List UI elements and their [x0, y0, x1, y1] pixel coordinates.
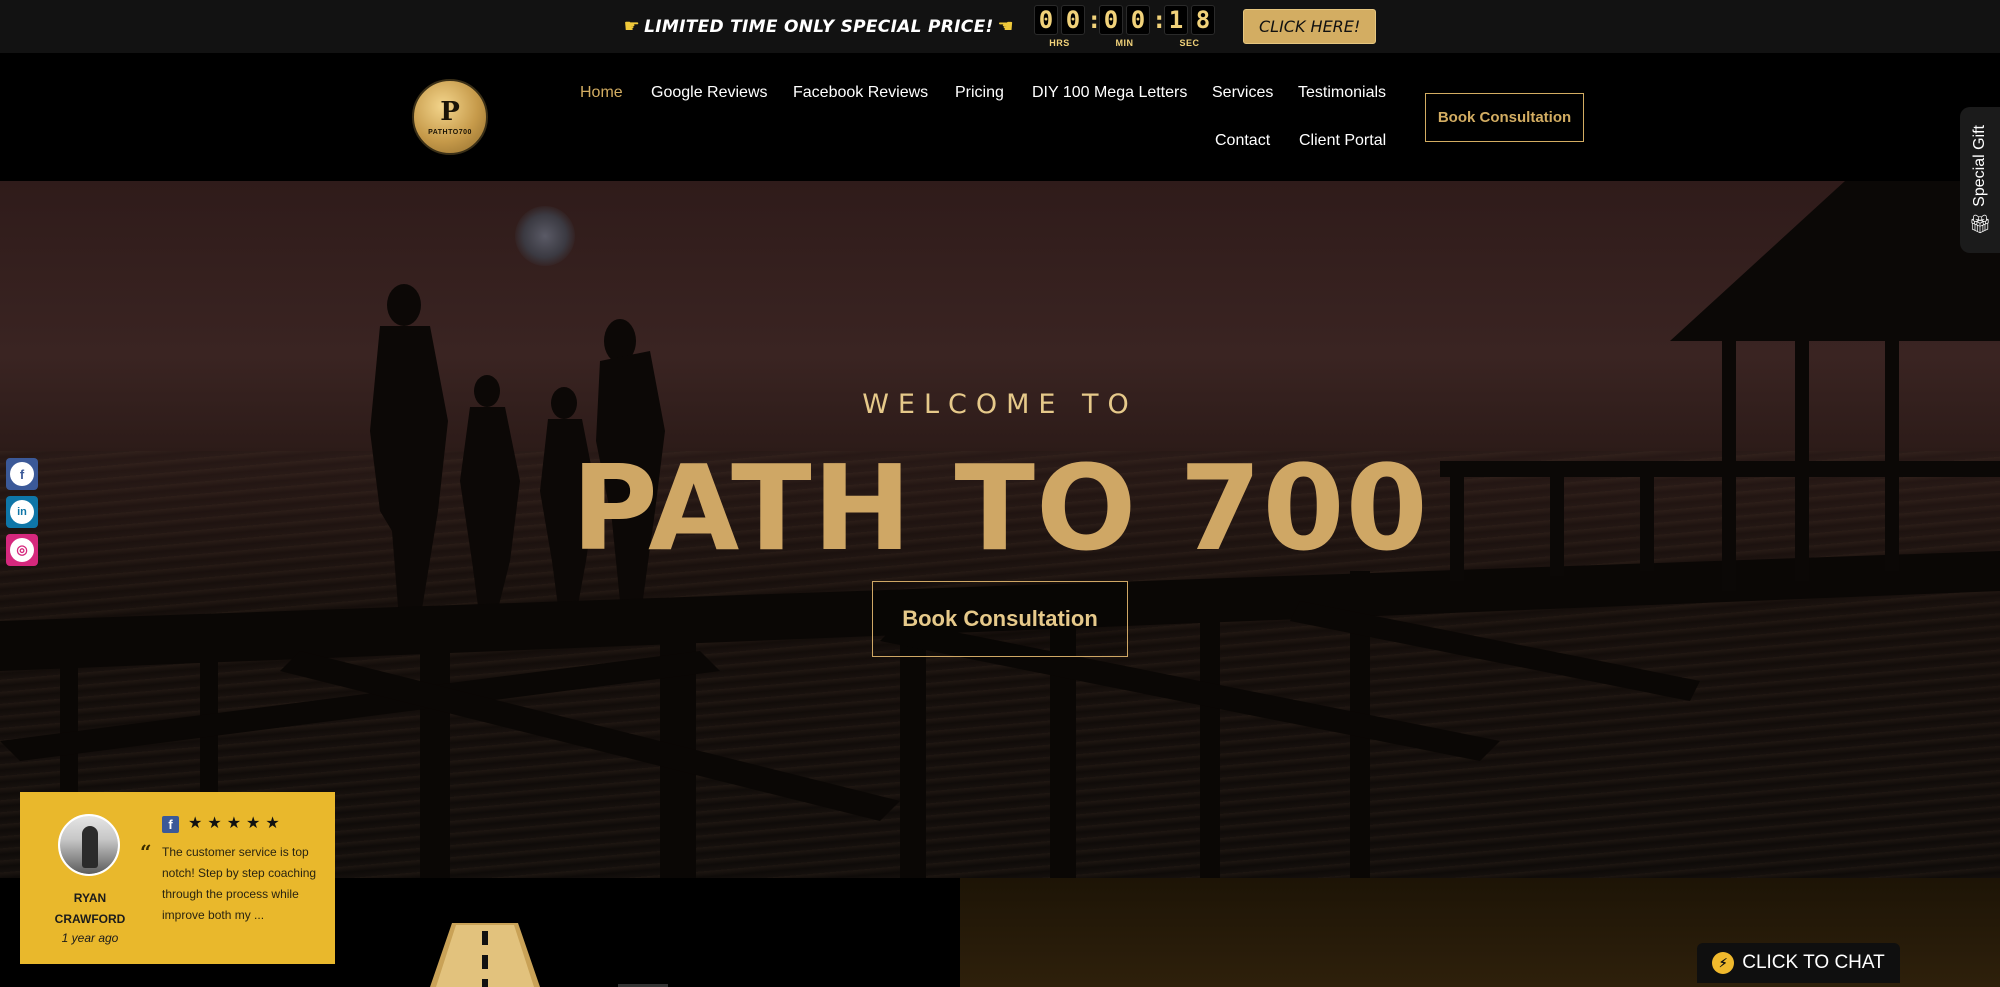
linkedin-social-link[interactable]: in: [6, 496, 38, 528]
timer-digit: 8: [1190, 5, 1215, 35]
timer-minutes-label: MIN: [1115, 38, 1134, 48]
instagram-social-link[interactable]: ◎: [6, 534, 38, 566]
click-to-chat-button[interactable]: ⚡︎ CLICK TO CHAT: [1697, 943, 1900, 983]
timer-minutes: 0 0 MIN: [1098, 5, 1150, 48]
chat-label: CLICK TO CHAT: [1742, 952, 1885, 973]
road-icon: [430, 923, 540, 987]
quote-icon: “: [140, 840, 152, 864]
promo-click-here-button[interactable]: CLICK HERE!: [1242, 9, 1377, 44]
facebook-icon: f: [10, 462, 34, 486]
promo-bar: ☛ LIMITED TIME ONLY SPECIAL PRICE! ☚ 0 0…: [0, 0, 2000, 53]
timer-digit: 0: [1060, 5, 1085, 35]
reviewer-name: RYAN CRAWFORD: [40, 888, 140, 930]
site-header: P PATHTO700 Home Google Reviews Facebook…: [0, 53, 2000, 181]
pointing-hand-right-icon: ☛: [623, 16, 641, 37]
hero-section: WELCOME TO PATH TO 700 Book Consultation: [0, 181, 2000, 878]
promo-text-wrap: ☛ LIMITED TIME ONLY SPECIAL PRICE! ☚: [624, 16, 1014, 37]
special-gift-label: Special Gift: [1971, 124, 1988, 207]
timer-seconds: 1 8 SEC: [1163, 5, 1215, 48]
timer-separator: :: [1151, 6, 1167, 34]
nav-contact[interactable]: Contact: [1215, 132, 1270, 150]
reviewer-last-name: CRAWFORD: [54, 912, 126, 926]
nav-testimonials[interactable]: Testimonials: [1298, 84, 1386, 102]
logo-mark: P: [440, 96, 460, 127]
rating-stars: ★★★★★: [188, 815, 285, 832]
review-card[interactable]: RYAN CRAWFORD 1 year ago f ★★★★★ “ The c…: [20, 792, 335, 964]
nav-facebook-reviews[interactable]: Facebook Reviews: [793, 84, 928, 102]
timer-hours: 0 0 HRS: [1033, 5, 1085, 48]
timer-digit: 0: [1125, 5, 1150, 35]
facebook-social-link[interactable]: f: [6, 458, 38, 490]
promo-text: LIMITED TIME ONLY SPECIAL PRICE!: [644, 16, 994, 37]
timer-hours-label: HRS: [1049, 38, 1070, 48]
hero-book-consultation-button[interactable]: Book Consultation: [872, 581, 1128, 657]
nav-services[interactable]: Services: [1212, 84, 1273, 102]
hero-title: PATH TO 700: [571, 439, 1429, 577]
pointing-hand-left-icon: ☚: [997, 16, 1014, 37]
special-gift-tab[interactable]: Special Gift 🎁︎: [1960, 107, 2000, 253]
review-text: The customer service is top notch! Step …: [162, 845, 317, 922]
gift-icon: 🎁︎: [1968, 214, 1992, 235]
nav-client-portal[interactable]: Client Portal: [1299, 132, 1386, 150]
nav-home[interactable]: Home: [580, 84, 623, 102]
timer-seconds-label: SEC: [1179, 38, 1200, 48]
reviewer-avatar: [58, 814, 120, 876]
nav-pricing[interactable]: Pricing: [955, 84, 1004, 102]
logo-text: PATHTO700: [428, 128, 472, 136]
timer-digit: 0: [1098, 5, 1123, 35]
reviewer-first-name: RYAN: [73, 891, 107, 905]
timer-digit: 1: [1163, 5, 1188, 35]
linkedin-icon: in: [10, 500, 34, 524]
facebook-icon: f: [162, 816, 179, 833]
hero-welcome-text: WELCOME TO: [862, 389, 1138, 420]
site-logo[interactable]: P PATHTO700: [412, 79, 488, 155]
timer-separator: :: [1086, 6, 1102, 34]
timer-digit: 0: [1033, 5, 1058, 35]
nav-diy-100-mega-letters[interactable]: DIY 100 Mega Letters: [1032, 84, 1187, 102]
instagram-icon: ◎: [10, 538, 34, 562]
header-book-consultation-button[interactable]: Book Consultation: [1425, 93, 1584, 142]
review-time: 1 year ago: [61, 931, 119, 945]
messenger-icon: ⚡︎: [1712, 952, 1735, 974]
nav-google-reviews[interactable]: Google Reviews: [651, 84, 768, 102]
countdown-timer: 0 0 HRS : 0 0 MIN : 1 8 SEC: [1033, 5, 1215, 48]
